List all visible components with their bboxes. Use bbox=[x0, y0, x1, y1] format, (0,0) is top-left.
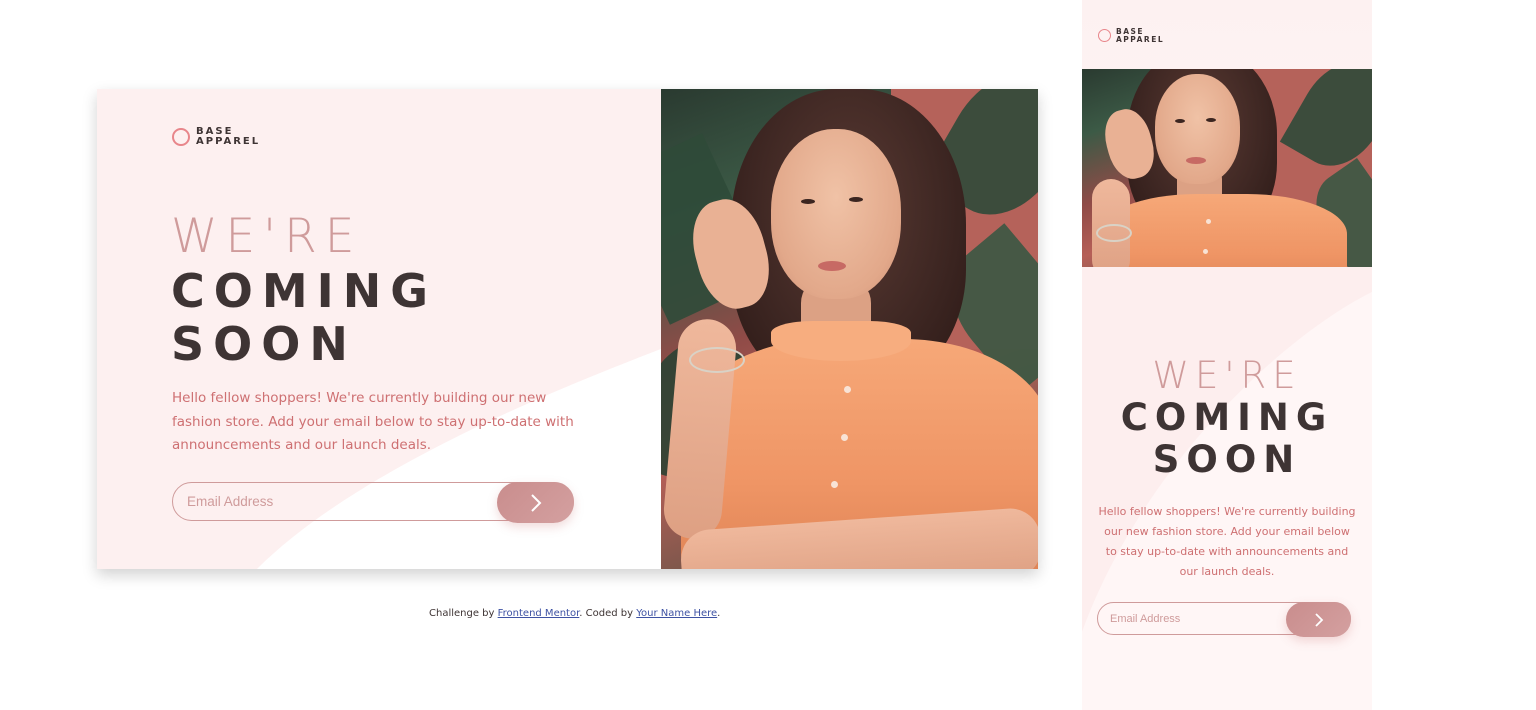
hero-photo bbox=[661, 89, 1038, 569]
frontend-mentor-link[interactable]: Frontend Mentor bbox=[498, 608, 580, 619]
mobile-headline-bold-2: SOON bbox=[1152, 438, 1302, 481]
brand-logo[interactable]: BASE APPAREL bbox=[172, 127, 260, 147]
attribution: Challenge by Frontend Mentor. Coded by Y… bbox=[429, 608, 720, 619]
mobile-brand-logo[interactable]: BASE APPAREL bbox=[1098, 28, 1164, 43]
mobile-logo-circle-icon bbox=[1098, 29, 1111, 42]
model-photo-illustration bbox=[661, 89, 1038, 569]
mobile-logo-wordmark: BASE APPAREL bbox=[1116, 28, 1164, 43]
mobile-background-pattern bbox=[1082, 267, 1372, 710]
mobile-chevron-right-icon bbox=[1314, 612, 1323, 627]
submit-button[interactable] bbox=[497, 482, 574, 523]
intro-description: Hello fellow shoppers! We're currently b… bbox=[172, 390, 574, 453]
mobile-intro-description: Hello fellow shoppers! We're currently b… bbox=[1098, 505, 1356, 578]
logo-circle-icon bbox=[172, 128, 190, 146]
logo-wordmark: BASE APPAREL bbox=[196, 127, 260, 147]
headline-light: WE'RE bbox=[171, 209, 363, 264]
desktop-card: BASE APPAREL WE'RE COMING SOON Hello fel… bbox=[97, 89, 1038, 569]
mobile-headline-light: WE'RE bbox=[1152, 354, 1302, 397]
mobile-headline: WE'RE COMING SOON bbox=[1082, 357, 1372, 483]
mobile-submit-button[interactable] bbox=[1286, 602, 1351, 637]
content-panel: BASE APPAREL WE'RE COMING SOON Hello fel… bbox=[97, 89, 661, 569]
headline-bold-1: COMING bbox=[171, 264, 438, 318]
page-headline: WE'RE COMING SOON bbox=[171, 213, 437, 374]
mobile-hero-photo bbox=[1082, 69, 1372, 267]
logo-line-2: APPAREL bbox=[196, 136, 261, 147]
email-signup-form bbox=[172, 482, 574, 523]
attribution-suffix: . bbox=[717, 608, 721, 619]
headline-bold-2: SOON bbox=[171, 317, 357, 371]
attribution-prefix: Challenge by bbox=[429, 608, 498, 619]
author-link[interactable]: Your Name Here bbox=[636, 608, 717, 619]
mobile-headline-bold-1: COMING bbox=[1120, 396, 1334, 439]
attribution-middle: . Coded by bbox=[579, 608, 637, 619]
chevron-right-icon bbox=[530, 493, 541, 512]
mobile-email-signup-form bbox=[1097, 602, 1351, 637]
mobile-model-photo-illustration bbox=[1082, 69, 1372, 267]
mobile-logo-line-2: APPAREL bbox=[1116, 34, 1165, 44]
mobile-preview: BASE APPAREL WE'RE COMING SOON Hello fel… bbox=[1082, 0, 1372, 710]
